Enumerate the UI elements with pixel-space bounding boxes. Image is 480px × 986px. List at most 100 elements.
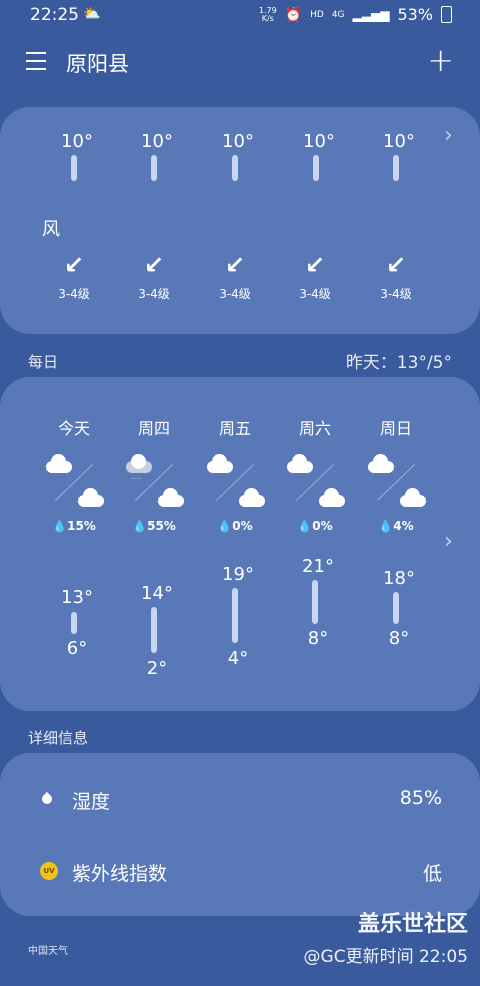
cloud-icon xyxy=(400,488,426,507)
hourly-col-5: 10° xyxy=(369,131,429,152)
battery-icon xyxy=(441,6,452,23)
cloud-icon xyxy=(287,454,313,473)
hourly-temp: 10° xyxy=(383,131,415,152)
uv-row: UV 紫外线指数 低 xyxy=(40,859,442,889)
low-temp: 8° xyxy=(388,628,410,649)
hourly-temp: 10° xyxy=(303,131,335,152)
wind-col-1: ↙ 3-4级 xyxy=(44,253,104,302)
net-speed: 1.79 K/s xyxy=(259,6,277,23)
uv-icon: UV xyxy=(40,862,58,880)
wind-direction-icon: ↙ xyxy=(385,251,407,279)
low-temp: 2° xyxy=(146,658,168,679)
uv-value: 低 xyxy=(422,863,442,885)
temp-range-bar xyxy=(71,612,77,634)
low-temp: 8° xyxy=(307,628,329,649)
cloud-icon xyxy=(368,454,394,473)
temp-range-bar xyxy=(151,607,157,653)
wind-level: 3-4级 xyxy=(58,287,90,301)
humidity-row: 湿度 85% xyxy=(40,787,442,817)
uv-label: 紫外线指数 xyxy=(72,863,168,885)
status-time: 22:25 xyxy=(30,5,79,25)
wind-col-2: ↙ 3-4级 xyxy=(124,253,184,302)
wind-direction-icon: ↙ xyxy=(224,251,246,279)
status-right: 1.79 K/s ⏰ HD 4G ▂▃▅▆ 53% xyxy=(259,5,452,24)
hourly-col-1: 10° xyxy=(47,131,107,152)
hourly-col-2: 10° xyxy=(127,131,187,152)
high-temp: 18° xyxy=(383,568,415,589)
day-name: 周六 xyxy=(298,419,331,438)
temp-range-bar xyxy=(232,588,238,643)
high-temp: 19° xyxy=(222,564,254,585)
alarm-icon: ⏰ xyxy=(284,6,303,23)
menu-icon[interactable] xyxy=(26,52,46,70)
cloud-icon xyxy=(239,488,265,507)
cloud-icon xyxy=(207,454,233,473)
hourly-temp: 10° xyxy=(141,131,173,152)
low-temp: 4° xyxy=(227,648,249,669)
net-speed-unit: K/s xyxy=(261,13,274,23)
precip-chance: 💧4% xyxy=(378,519,414,533)
hourly-temp: 10° xyxy=(222,131,254,152)
wind-direction-icon: ↙ xyxy=(63,251,85,279)
wind-direction-icon: ↙ xyxy=(304,251,326,279)
temp-range-bar xyxy=(393,592,399,624)
rain-cloud-icon: .... xyxy=(126,454,152,481)
hourly-bar xyxy=(393,155,399,181)
watermark: 盖乐世社区 xyxy=(357,912,468,937)
humidity-value: 85% xyxy=(399,787,442,809)
network-indicator: 4G xyxy=(331,9,345,20)
chevron-right-icon[interactable]: › xyxy=(444,123,453,148)
high-temp: 21° xyxy=(302,556,334,577)
hourly-bar xyxy=(151,155,157,181)
details-section-title: 详细信息 xyxy=(28,729,89,747)
precip-chance: 💧0% xyxy=(297,519,333,533)
wind-level: 3-4级 xyxy=(380,287,412,301)
battery-percent: 53% xyxy=(397,5,433,24)
wind-col-5: ↙ 3-4级 xyxy=(366,253,426,302)
cloud-icon xyxy=(319,488,345,507)
weather-status-icon: ⛅ xyxy=(83,6,101,22)
details-card: 湿度 85% UV 紫外线指数 低 xyxy=(0,753,480,916)
chevron-right-icon[interactable]: › xyxy=(444,529,453,554)
high-temp: 14° xyxy=(141,583,173,604)
daily-forecast-card[interactable]: 今天 💧15% 13° 6° 周四 .... 💧55% 14° 2° 周五 💧0… xyxy=(0,377,480,711)
hourly-temp: 10° xyxy=(61,131,93,152)
precip-chance: 💧55% xyxy=(132,519,176,533)
wind-col-4: ↙ 3-4级 xyxy=(285,253,345,302)
cloud-icon xyxy=(158,488,184,507)
hourly-bar xyxy=(313,155,319,181)
hourly-col-4: 10° xyxy=(289,131,349,152)
cloud-icon xyxy=(46,454,72,473)
precip-chance: 💧15% xyxy=(52,519,96,533)
hd-indicator: HD xyxy=(310,9,324,20)
day-name: 周五 xyxy=(218,419,251,438)
update-time: @GC更新时间 22:05 xyxy=(303,947,468,967)
day-name: 周四 xyxy=(137,419,170,438)
city-name[interactable]: 原阳县 xyxy=(66,48,129,78)
precip-chance: 💧0% xyxy=(217,519,253,533)
status-bar: 22:25 ⛅ 1.79 K/s ⏰ HD 4G ▂▃▅▆ 53% xyxy=(0,0,480,30)
low-temp: 6° xyxy=(66,638,88,659)
top-bar: 原阳县 + xyxy=(0,38,480,88)
hourly-forecast-card[interactable]: 10° 10° 10° 10° 10° › 风 ↙ 3-4级 ↙ 3-4级 ↙ … xyxy=(0,107,480,334)
wind-level: 3-4级 xyxy=(299,287,331,301)
wind-label: 风 xyxy=(42,219,60,240)
hourly-bar xyxy=(71,155,77,181)
add-location-icon[interactable]: + xyxy=(427,44,454,76)
wind-direction-icon: ↙ xyxy=(143,251,165,279)
daily-section-title: 每日 xyxy=(28,353,59,371)
humidity-label: 湿度 xyxy=(72,791,111,813)
china-weather-logo: 中国天气 xyxy=(28,946,68,957)
signal-icon: ▂▃▅▆ xyxy=(352,7,390,22)
wind-level: 3-4级 xyxy=(138,287,170,301)
temp-range-bar xyxy=(312,580,318,624)
hourly-bar xyxy=(232,155,238,181)
yesterday-temps: 昨天：13°/5° xyxy=(345,353,452,373)
wind-col-3: ↙ 3-4级 xyxy=(205,253,265,302)
high-temp: 13° xyxy=(61,587,93,608)
day-name: 周日 xyxy=(379,419,412,438)
cloud-icon xyxy=(78,488,104,507)
day-name: 今天 xyxy=(57,419,90,438)
wind-level: 3-4级 xyxy=(219,287,251,301)
humidity-icon xyxy=(40,790,54,808)
